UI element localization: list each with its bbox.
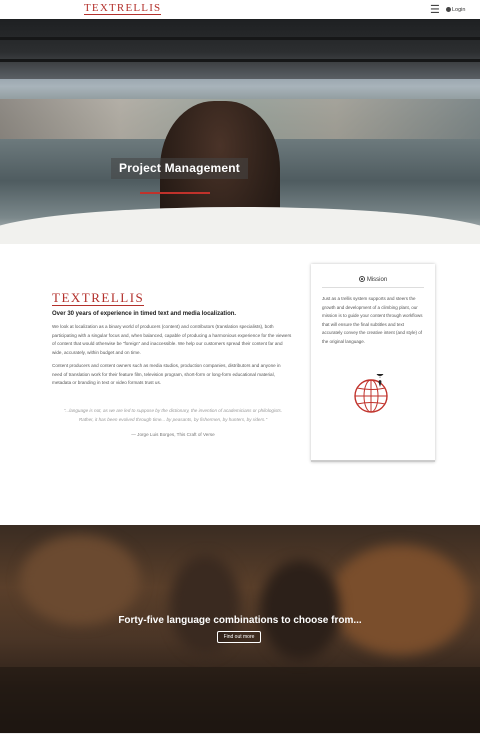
bridge-beam	[0, 59, 480, 62]
top-nav: TEXTRELLIS ☰ Login	[0, 0, 480, 19]
mission-card: Mission Just as a trellis system support…	[311, 264, 435, 462]
mission-text: Just as a trellis system supports and st…	[322, 296, 423, 344]
globe-pin-icon	[354, 374, 388, 413]
banner-person-figure	[260, 560, 340, 660]
mission-divider	[322, 287, 424, 288]
bridge-beam	[0, 37, 480, 40]
quote-author: — Jorge Luis Borges, This Craft of Verse	[131, 432, 215, 437]
languages-banner: Forty-five language combinations to choo…	[0, 525, 480, 733]
login-link[interactable]: Login	[446, 7, 465, 13]
site-logo[interactable]: TEXTRELLIS	[84, 2, 162, 15]
content-logo: TEXTRELLIS	[52, 290, 145, 306]
banner-bokeh	[20, 535, 140, 625]
content-paragraph-1: We look at localization as a binary worl…	[52, 324, 292, 355]
hamburger-icon[interactable]: ☰	[430, 3, 440, 16]
mission-title: Mission	[366, 277, 388, 283]
user-icon	[446, 7, 451, 12]
banner-lower-shade	[0, 667, 480, 733]
hero-title-box: Project Management	[111, 158, 248, 179]
hero-banner: Project Management	[0, 19, 480, 244]
banner-title: Forty-five language combinations to choo…	[118, 615, 362, 626]
find-out-more-button[interactable]: Find out more	[217, 631, 261, 643]
content-subhead: Over 30 years of experience in timed tex…	[52, 311, 237, 317]
banner-bokeh	[330, 545, 470, 655]
borges-quote: “...language is not, as we are led to su…	[63, 408, 283, 422]
footer-strip	[0, 733, 480, 753]
login-label: Login	[452, 7, 466, 13]
mission-heading: Mission	[311, 276, 435, 283]
hero-accent-rule	[140, 192, 210, 194]
hero-title: Project Management	[119, 161, 240, 175]
target-icon	[358, 276, 365, 282]
content-paragraph-2: Content producers and content owners suc…	[52, 363, 281, 385]
hero-bridge-background	[0, 19, 480, 79]
